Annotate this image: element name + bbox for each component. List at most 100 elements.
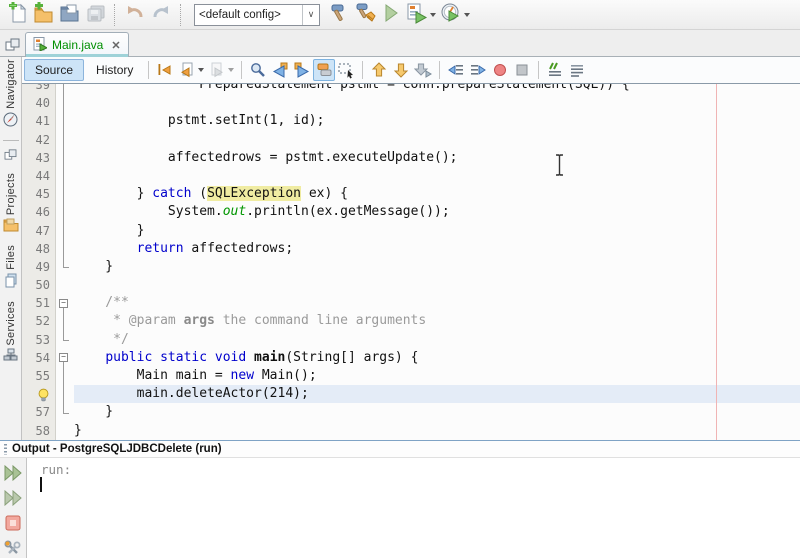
- stop-macro-recording-button[interactable]: [511, 59, 533, 81]
- code-line-58[interactable]: }: [22, 422, 800, 440]
- output-console[interactable]: run:: [27, 458, 800, 558]
- code-line-45[interactable]: } catch (SQLException ex) {: [22, 185, 800, 203]
- config-combobox-value: <default config>: [199, 8, 281, 21]
- toggle-bookmark-button[interactable]: [412, 59, 434, 81]
- new-file-icon: [6, 1, 28, 27]
- sidebar-item-services[interactable]: Services: [3, 301, 18, 365]
- sidebar-item-files[interactable]: Files: [4, 245, 18, 291]
- find-previous-occurrence-button[interactable]: [269, 59, 291, 81]
- toolbar-separator: [538, 61, 540, 79]
- chevron-down-icon: [464, 12, 470, 17]
- build-project-button[interactable]: [326, 2, 352, 28]
- drag-grip-icon[interactable]: [4, 443, 7, 455]
- debug-project-button[interactable]: [404, 2, 438, 28]
- output-panel: Output - PostgreSQLJDBCDelete (run) run:: [0, 440, 800, 558]
- redo-button[interactable]: [148, 2, 174, 28]
- config-combobox[interactable]: <default config> ∨: [194, 3, 320, 26]
- toolbar-separator: [362, 61, 364, 79]
- uncomment-button[interactable]: [566, 59, 588, 81]
- tab-main-java[interactable]: Main.java ✕: [25, 32, 129, 57]
- last-edit-position-button[interactable]: [154, 59, 176, 81]
- new-file-button[interactable]: [4, 1, 30, 28]
- code-line-46[interactable]: System.out.println(ex.getMessage());: [22, 203, 800, 221]
- rerun-button[interactable]: [3, 463, 23, 483]
- new-project-icon: [32, 1, 54, 27]
- stop-button[interactable]: [3, 513, 23, 533]
- code-scroll-area: 39 40 41 42 43 44 45 46 47 48 49 50 51 52 53 54 55 57 58 P…: [22, 84, 800, 440]
- code-line-56[interactable]: main.deleteActor(214);: [22, 385, 800, 404]
- tab-label: Main.java: [52, 38, 104, 52]
- code-line-48[interactable]: return affectedrows;: [22, 240, 800, 258]
- back-button[interactable]: [176, 59, 206, 81]
- chevron-down-icon: [228, 68, 235, 72]
- toolbar-separator: [241, 61, 243, 79]
- open-project-button[interactable]: [56, 2, 82, 28]
- code-line-57[interactable]: }: [22, 403, 800, 421]
- java-main-class-icon: [33, 36, 49, 54]
- source-view-button[interactable]: Source: [24, 59, 85, 81]
- chevron-down-icon: [198, 68, 205, 72]
- fold-guide-corner: [63, 340, 69, 341]
- undo-button[interactable]: [122, 2, 148, 28]
- editor-toolbar: Source History: [22, 57, 800, 84]
- output-settings-icon[interactable]: [3, 538, 23, 558]
- code-line-51[interactable]: /**: [22, 294, 800, 312]
- shift-line-right-button[interactable]: [467, 59, 489, 81]
- fold-collapse-javadoc[interactable]: −: [59, 299, 68, 308]
- toggle-highlight-search-button[interactable]: [313, 59, 336, 81]
- start-macro-recording-button[interactable]: [489, 59, 511, 81]
- previous-bookmark-button[interactable]: [368, 59, 390, 81]
- code-line-43[interactable]: affectedrows = pstmt.executeUpdate();: [22, 149, 800, 167]
- code-line-47[interactable]: }: [22, 222, 800, 240]
- code-line-49[interactable]: }: [22, 258, 800, 276]
- find-next-occurrence-button[interactable]: [291, 59, 313, 81]
- shift-line-left-button[interactable]: [445, 59, 467, 81]
- code-line-50[interactable]: [22, 276, 800, 294]
- toggle-rectangular-selection-button[interactable]: [335, 59, 357, 81]
- editor-tab-bar: Main.java ✕: [0, 30, 800, 57]
- run-project-button[interactable]: [378, 2, 404, 28]
- fold-guide-line: [63, 84, 64, 267]
- output-header[interactable]: Output - PostgreSQLJDBCDelete (run): [0, 440, 800, 458]
- run-play-icon: [380, 2, 402, 27]
- code-line-52[interactable]: * @param args the command line arguments: [22, 312, 800, 330]
- code-line-44[interactable]: [22, 167, 800, 185]
- output-caret: [40, 477, 42, 492]
- sidebar-item-projects[interactable]: Projects: [3, 173, 19, 235]
- new-project-button[interactable]: [30, 1, 56, 28]
- history-view-button[interactable]: History: [86, 60, 143, 80]
- clean-and-build-project-button[interactable]: [352, 2, 378, 28]
- sidebar-item-navigator[interactable]: Navigator: [3, 59, 18, 130]
- tab-close-icon[interactable]: ✕: [111, 39, 120, 52]
- toolbar-separator: [148, 61, 150, 79]
- code-line-53[interactable]: */: [22, 331, 800, 349]
- code-line-41[interactable]: pstmt.setInt(1, id);: [22, 112, 800, 130]
- redo-icon: [150, 2, 172, 27]
- code-line-54[interactable]: public static void main(String[] args) {: [22, 349, 800, 367]
- next-bookmark-button[interactable]: [390, 59, 412, 81]
- sidebar-item-label: Services: [4, 300, 17, 346]
- profile-project-button[interactable]: [438, 2, 472, 28]
- find-selection-button[interactable]: [247, 59, 269, 81]
- output-line: run:: [41, 462, 72, 477]
- window-dock-icon[interactable]: [4, 149, 17, 163]
- code-line-39[interactable]: PreparedStatement pstmt = conn.prepareSt…: [22, 84, 800, 94]
- code-line-40[interactable]: [22, 94, 800, 112]
- comment-button[interactable]: [544, 59, 566, 81]
- right-margin-line: [716, 84, 717, 440]
- window-dock-icon[interactable]: [5, 38, 20, 54]
- debug-project-icon: [406, 2, 428, 27]
- projects-folder-icon: [3, 218, 19, 235]
- minimized-windows-sidebar: Navigator Projects Files Services: [0, 57, 22, 440]
- services-icon: [3, 348, 18, 364]
- code-line-42[interactable]: [22, 131, 800, 149]
- save-all-button[interactable]: [82, 2, 108, 28]
- code-editor[interactable]: 39 40 41 42 43 44 45 46 47 48 49 50 51 52 53 54 55 57 58 P…: [22, 84, 800, 440]
- fold-collapse-main-method[interactable]: −: [59, 353, 68, 362]
- output-title: Output - PostgreSQLJDBCDelete (run): [12, 443, 222, 455]
- code-line-55[interactable]: Main main = new Main();: [22, 367, 800, 385]
- forward-button[interactable]: [206, 59, 236, 81]
- fold-guide-line: [63, 362, 64, 413]
- text-cursor-pointer: [554, 154, 565, 179]
- rerun-with-different-parameters-button[interactable]: [3, 488, 23, 508]
